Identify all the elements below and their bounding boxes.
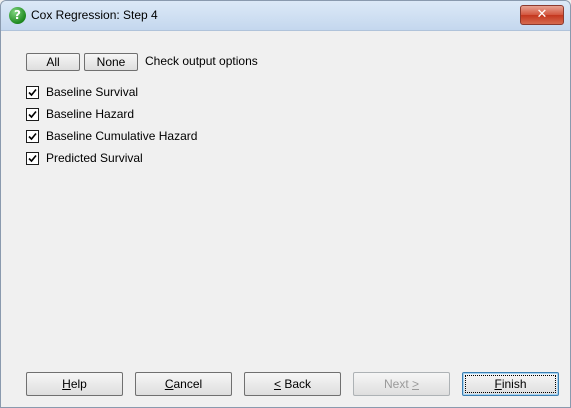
- select-none-label: None: [96, 55, 126, 69]
- dialog-window: ? Cox Regression: Step 4 ✕ All None Chec…: [0, 0, 571, 408]
- title-bar: ? Cox Regression: Step 4 ✕: [1, 1, 570, 31]
- help-label-post: elp: [70, 377, 87, 391]
- help-label-key: H: [62, 377, 71, 391]
- back-button[interactable]: < Back: [244, 372, 341, 396]
- select-all-button[interactable]: All: [26, 53, 80, 71]
- checkbox-icon: [26, 152, 39, 165]
- checkbox-icon: [26, 108, 39, 121]
- next-button[interactable]: Next >: [353, 372, 450, 396]
- checkbox-icon: [26, 86, 39, 99]
- output-option-label: Baseline Survival: [46, 85, 139, 99]
- back-label-key: <: [273, 377, 281, 391]
- next-label-key: >: [412, 377, 420, 391]
- select-none-button[interactable]: None: [84, 53, 138, 71]
- help-app-icon: ?: [9, 7, 26, 24]
- output-option-label: Baseline Cumulative Hazard: [46, 129, 198, 143]
- output-option-label: Predicted Survival: [46, 151, 143, 165]
- checkbox-icon: [26, 130, 39, 143]
- select-all-label: All: [46, 55, 60, 69]
- close-icon: ✕: [536, 7, 548, 22]
- output-options-caption: Check output options: [145, 54, 258, 68]
- output-option-label: Baseline Hazard: [46, 107, 135, 121]
- finish-button[interactable]: Finish: [462, 372, 559, 396]
- cancel-label-post: ancel: [173, 377, 203, 391]
- window-title: Cox Regression: Step 4: [31, 8, 158, 22]
- close-button[interactable]: ✕: [520, 5, 564, 25]
- help-button[interactable]: Help: [26, 372, 123, 396]
- back-label-post: Back: [281, 377, 312, 391]
- focus-ring: [465, 375, 556, 393]
- next-label-pre: Next: [383, 377, 412, 391]
- cancel-button[interactable]: Cancel: [135, 372, 232, 396]
